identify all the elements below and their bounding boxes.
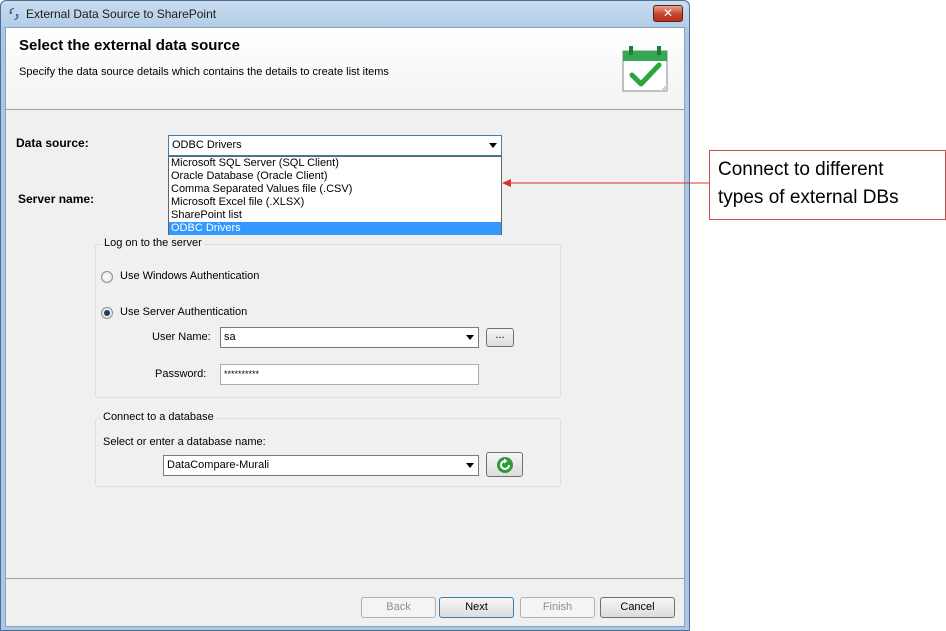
dialog-window: External Data Source to SharePoint ✕ Sel… xyxy=(0,0,690,631)
server-auth-label[interactable]: Use Server Authentication xyxy=(120,306,247,318)
database-group-title: Connect to a database xyxy=(101,411,216,423)
data-source-combo[interactable]: ODBC Drivers xyxy=(168,135,502,156)
database-combo[interactable]: DataCompare-Murali xyxy=(163,455,479,476)
dropdown-option[interactable]: Microsoft SQL Server (SQL Client) xyxy=(169,157,501,170)
annotation-arrow xyxy=(502,179,710,187)
title-bar[interactable]: External Data Source to SharePoint ✕ xyxy=(1,1,689,27)
page-subtitle: Specify the data source details which co… xyxy=(19,66,389,78)
username-value: sa xyxy=(224,331,236,343)
chevron-down-icon xyxy=(466,335,474,340)
data-source-dropdown-list[interactable]: Microsoft SQL Server (SQL Client) Oracle… xyxy=(168,156,502,235)
annotation-callout: Connect to different types of external D… xyxy=(709,150,946,220)
password-field[interactable]: ********** xyxy=(220,364,479,385)
windows-auth-radio[interactable] xyxy=(101,271,113,283)
dropdown-option-selected[interactable]: ODBC Drivers xyxy=(169,222,501,235)
close-button[interactable]: ✕ xyxy=(653,5,683,22)
dropdown-option[interactable]: SharePoint list xyxy=(169,209,501,222)
chevron-down-icon xyxy=(466,463,474,468)
annotation-line-1: Connect to different xyxy=(718,159,884,180)
dropdown-option[interactable]: Comma Separated Values file (.CSV) xyxy=(169,183,501,196)
finish-button[interactable]: Finish xyxy=(520,597,595,618)
username-label: User Name: xyxy=(152,331,211,343)
password-label: Password: xyxy=(155,368,207,380)
window-title: External Data Source to SharePoint xyxy=(26,7,217,21)
wizard-header: Select the external data source Specify … xyxy=(6,28,684,110)
refresh-databases-button[interactable] xyxy=(486,452,523,477)
page-title: Select the external data source xyxy=(19,37,240,54)
back-button[interactable]: Back xyxy=(361,597,436,618)
logon-group-title: Log on to the server xyxy=(102,237,204,249)
windows-auth-label[interactable]: Use Windows Authentication xyxy=(120,270,259,282)
dropdown-option[interactable]: Microsoft Excel file (.XLSX) xyxy=(169,196,501,209)
app-icon xyxy=(9,8,19,20)
wizard-footer: Back Next Finish Cancel xyxy=(6,578,684,626)
calendar-check-icon xyxy=(622,46,668,92)
username-combo[interactable]: sa xyxy=(220,327,479,348)
data-source-label: Data source: xyxy=(16,136,89,150)
dropdown-option[interactable]: Oracle Database (Oracle Client) xyxy=(169,170,501,183)
database-value: DataCompare-Murali xyxy=(167,459,270,471)
dialog-client-area: Select the external data source Specify … xyxy=(5,27,685,627)
browse-users-button[interactable]: ... xyxy=(486,328,514,347)
next-button[interactable]: Next xyxy=(439,597,514,618)
data-source-value: ODBC Drivers xyxy=(172,139,242,151)
database-prompt: Select or enter a database name: xyxy=(103,436,266,448)
chevron-down-icon xyxy=(489,143,497,148)
cancel-button[interactable]: Cancel xyxy=(600,597,675,618)
password-value: ********** xyxy=(224,369,260,379)
server-auth-radio[interactable] xyxy=(101,307,113,319)
server-name-label: Server name: xyxy=(18,192,95,206)
annotation-line-2: types of external DBs xyxy=(718,187,899,208)
refresh-icon xyxy=(497,457,513,473)
